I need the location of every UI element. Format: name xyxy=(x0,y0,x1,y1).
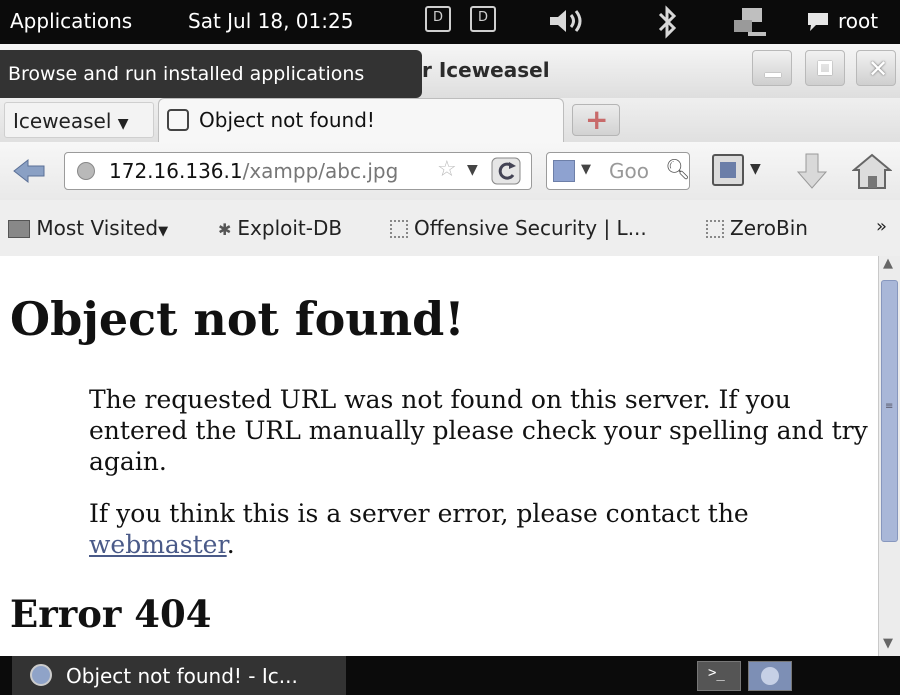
chat-status-icon[interactable] xyxy=(806,10,832,34)
bug-icon: ✱ xyxy=(218,220,232,239)
iceweasel-icon xyxy=(30,664,52,686)
bookmark-most-visited[interactable]: Most Visited▼ xyxy=(8,216,168,240)
url-path: /xampp/abc.jpg xyxy=(242,159,399,183)
folder-icon xyxy=(8,220,30,238)
bookmark-star-tile xyxy=(720,162,736,178)
contact-period: . xyxy=(226,530,235,559)
error-code-heading: Error 404 xyxy=(10,592,212,636)
bookmark-label: Most Visited xyxy=(36,216,159,240)
bookmark-exploit-db[interactable]: ✱ Exploit-DB xyxy=(218,216,342,240)
bookmark-label: Exploit-DB xyxy=(237,216,343,240)
user-menu[interactable]: root xyxy=(838,9,878,33)
bookmark-label: Offensive Security | L... xyxy=(414,216,647,240)
url-input[interactable]: 172.16.136.1/xampp/abc.jpg ☆ ▼ xyxy=(64,152,532,190)
tooltip: Browse and run installed applications xyxy=(0,50,422,98)
page-icon xyxy=(390,220,408,238)
globe-icon xyxy=(761,667,779,685)
error-message: The requested URL was not found on this … xyxy=(89,385,868,476)
iceweasel-menu-button[interactable]: Iceweasel ▼ xyxy=(4,102,154,138)
scroll-down-arrow-icon[interactable]: ▼ xyxy=(883,636,893,651)
page-favicon-icon xyxy=(167,109,189,131)
url-history-chevron-icon[interactable]: ▼ xyxy=(467,162,478,178)
bookmarks-overflow-button[interactable]: » xyxy=(876,216,887,237)
chevron-down-icon: ▼ xyxy=(158,224,169,239)
browser-workspace-icon[interactable] xyxy=(748,661,792,691)
contact-text: If you think this is a server error, ple… xyxy=(89,499,749,528)
window-title: r Iceweasel xyxy=(422,58,550,82)
bookmarks-toolbar: Most Visited▼ ✱ Exploit-DB Offensive Secu… xyxy=(0,200,900,257)
search-engine-chevron-icon[interactable]: ▼ xyxy=(581,162,591,177)
bookmarks-chevron-icon[interactable]: ▼ xyxy=(750,161,761,177)
grip-icon: ≡ xyxy=(885,401,894,412)
back-arrow-icon[interactable] xyxy=(12,158,46,184)
volume-icon[interactable] xyxy=(548,6,588,36)
bookmark-zerobin[interactable]: ZeroBin xyxy=(706,216,808,240)
maximize-icon xyxy=(818,61,832,75)
applications-menu[interactable]: Applications xyxy=(10,9,132,33)
tab-strip: Iceweasel ▼ Object not found! + xyxy=(0,98,900,143)
webmaster-link[interactable]: webmaster xyxy=(89,530,227,559)
scroll-up-arrow-icon[interactable]: ▲ xyxy=(883,256,893,271)
taskbar-window-item[interactable]: Object not found! - Ic... xyxy=(12,656,346,695)
reload-icon[interactable] xyxy=(491,157,521,185)
minimize-button[interactable] xyxy=(752,50,792,86)
url-host: 172.16.136.1 xyxy=(109,159,243,183)
close-button[interactable]: ✕ xyxy=(856,50,896,86)
star-bookmark-icon[interactable]: ☆ xyxy=(437,157,457,182)
download-arrow-icon[interactable] xyxy=(796,152,828,190)
new-tab-button[interactable]: + xyxy=(572,103,620,136)
close-icon: ✕ xyxy=(868,55,889,83)
bookmark-offensive-security[interactable]: Offensive Security | L... xyxy=(390,216,647,240)
top-panel: Applications Sat Jul 18, 01:25 D D root xyxy=(0,0,900,44)
taskbar-item-label: Object not found! - Ic... xyxy=(66,664,298,688)
page-icon xyxy=(706,220,724,238)
bottom-taskbar: Object not found! - Ic... >_ xyxy=(0,656,900,695)
search-input[interactable]: ▼ Goo 🔍︎ xyxy=(546,152,690,190)
contact-message: If you think this is a server error, ple… xyxy=(89,498,869,560)
chevron-down-icon: ▼ xyxy=(117,116,129,132)
bookmark-label: ZeroBin xyxy=(730,216,808,240)
plus-icon: + xyxy=(585,103,609,136)
clock[interactable]: Sat Jul 18, 01:25 xyxy=(188,9,353,33)
minimize-icon xyxy=(765,73,781,77)
page-heading: Object not found! xyxy=(10,292,465,346)
bookmarks-menu-icon[interactable] xyxy=(712,154,744,186)
maximize-button[interactable] xyxy=(805,50,845,86)
vertical-scrollbar[interactable]: ▲ ≡ ▼ xyxy=(878,256,900,656)
scrollbar-thumb[interactable]: ≡ xyxy=(881,280,898,542)
bluetooth-icon[interactable] xyxy=(654,4,680,40)
magnifier-icon[interactable]: 🔍︎ xyxy=(665,157,690,181)
page-content: Object not found! The requested URL was … xyxy=(0,256,878,656)
terminal-prompt-glyph: >_ xyxy=(708,665,725,681)
navigation-toolbar: 172.16.136.1/xampp/abc.jpg ☆ ▼ ▼ Goo 🔍︎ … xyxy=(0,142,900,200)
tab-object-not-found[interactable]: Object not found! xyxy=(158,98,564,142)
network-icon[interactable] xyxy=(732,6,772,38)
workspace-2-icon[interactable]: D xyxy=(470,6,496,32)
iceweasel-menu-label: Iceweasel xyxy=(13,109,112,133)
globe-icon xyxy=(77,162,95,180)
terminal-icon[interactable]: >_ xyxy=(697,661,741,691)
tab-label: Object not found! xyxy=(199,108,375,132)
home-icon[interactable] xyxy=(852,152,892,190)
search-engine-icon[interactable] xyxy=(553,160,575,182)
workspace-1-icon[interactable]: D xyxy=(425,6,451,32)
url-text: 172.16.136.1/xampp/abc.jpg xyxy=(109,159,398,183)
search-placeholder: Goo xyxy=(609,159,649,183)
